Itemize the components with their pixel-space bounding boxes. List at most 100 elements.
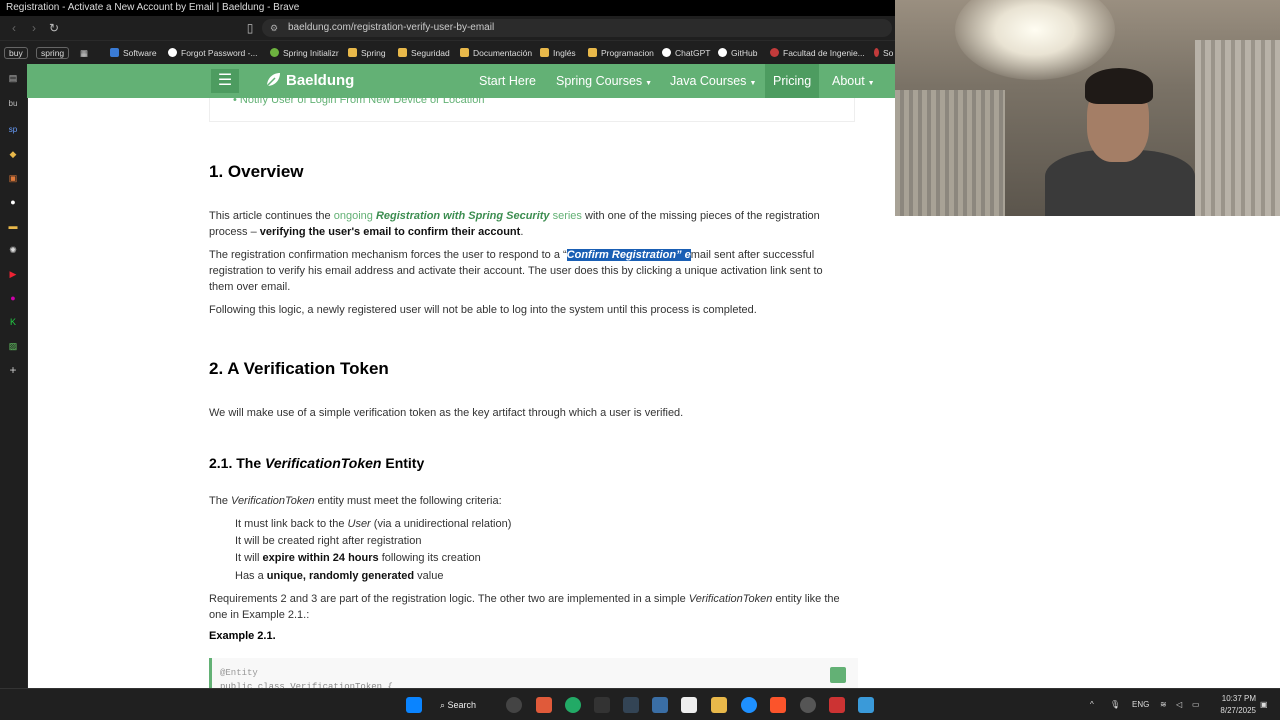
- github-icon: [718, 48, 727, 57]
- bookmark-item[interactable]: So: [874, 46, 893, 60]
- list-item: Has a unique, randomly generated value: [235, 570, 444, 582]
- sidebar-app-icon[interactable]: ▬: [5, 218, 21, 234]
- github-icon[interactable]: ●: [5, 194, 21, 210]
- bookmark-item[interactable]: Forgot Password -...: [168, 46, 258, 60]
- sidebar-app-icon[interactable]: ●: [5, 290, 21, 306]
- paragraph: We will make use of a simple verificatio…: [209, 407, 684, 419]
- taskbar-search[interactable]: ⌕ Search: [440, 695, 490, 715]
- nav-label: Java Courses: [670, 74, 747, 88]
- volume-icon[interactable]: ◁: [1176, 689, 1182, 721]
- app-icon[interactable]: [506, 697, 522, 713]
- site-logo[interactable]: Baeldung: [265, 71, 354, 91]
- sidebar-panel-icon[interactable]: ▤: [5, 70, 21, 86]
- bookmark-item[interactable]: Programacion: [588, 46, 654, 60]
- site-icon: [168, 48, 177, 57]
- chatgpt-icon[interactable]: ✺: [5, 242, 21, 258]
- language-indicator[interactable]: ENG: [1132, 689, 1149, 721]
- add-icon[interactable]: +: [5, 362, 21, 378]
- app-icon[interactable]: [623, 697, 639, 713]
- heading-overview: 1. Overview: [209, 162, 304, 181]
- nav-start-here[interactable]: Start Here: [479, 64, 536, 98]
- bookmark-item[interactable]: Documentación: [460, 46, 532, 60]
- bookmark-icon[interactable]: ▯: [242, 20, 258, 36]
- scrollbar[interactable]: [1268, 216, 1280, 688]
- browser-sidebar: ▤ bu sp ◆ ▣ ● ▬ ✺ ▶ ● K ▨ +: [0, 64, 28, 688]
- paragraph: This article continues the ongoing Regis…: [209, 210, 820, 238]
- folder-icon: [110, 48, 119, 57]
- browser-toolbar: ‹ › ↻ ▯ baeldung.com/registration-verify…: [0, 16, 895, 40]
- search-label: Search: [447, 700, 477, 710]
- bookmark-item[interactable]: GitHub: [718, 46, 757, 60]
- nav-pricing[interactable]: Pricing: [765, 64, 820, 98]
- notification-icon[interactable]: ▣: [1260, 689, 1268, 721]
- nav-java-courses[interactable]: Java Courses ▼: [670, 64, 756, 98]
- brave-icon[interactable]: [770, 697, 786, 713]
- curtain: [895, 90, 1005, 216]
- site-info-icon[interactable]: ⚙: [270, 22, 280, 34]
- folder-icon: [588, 48, 597, 57]
- sidebar-app-icon[interactable]: K: [5, 314, 21, 330]
- youtube-icon[interactable]: ▶: [5, 266, 21, 282]
- link-ongoing[interactable]: ongoing: [334, 210, 373, 222]
- link-series[interactable]: Registration with Spring Security: [376, 210, 550, 222]
- apps-grid-icon[interactable]: ▦: [80, 46, 88, 60]
- bookmark-item[interactable]: Spring Initializr: [270, 46, 339, 60]
- search-icon: ⌕: [440, 700, 448, 710]
- mic-icon[interactable]: 🎙: [1110, 689, 1120, 721]
- heading-entity: 2.1. The VerificationToken Entity: [209, 455, 425, 471]
- article: • Notify User of Login From New Device o…: [27, 94, 895, 692]
- caret-down-icon: ▼: [749, 80, 757, 87]
- bookmark-item[interactable]: Facultad de Ingenie...: [770, 46, 865, 60]
- clock[interactable]: 10:37 PM 8/27/2025: [1210, 693, 1256, 717]
- battery-icon[interactable]: ▭: [1192, 689, 1200, 721]
- paragraph: Following this logic, a newly registered…: [209, 304, 757, 316]
- webcam-video: [895, 0, 1280, 216]
- wifi-icon[interactable]: ≋: [1160, 689, 1167, 721]
- leaf-icon: [266, 73, 280, 87]
- bookmark-item[interactable]: buy: [4, 46, 28, 60]
- app-icon[interactable]: [800, 697, 816, 713]
- sidebar-item-sp[interactable]: sp: [5, 122, 21, 138]
- copy-icon[interactable]: [830, 667, 846, 683]
- sidebar-app-icon[interactable]: ▨: [5, 338, 21, 354]
- person-hair: [1085, 68, 1153, 104]
- time: 10:37 PM: [1221, 694, 1256, 703]
- terminal-icon[interactable]: [594, 697, 610, 713]
- nav-label: Spring Courses: [556, 74, 643, 88]
- nav-spring-courses[interactable]: Spring Courses ▼: [556, 64, 652, 98]
- back-icon[interactable]: ‹: [6, 20, 22, 36]
- chevron-up-icon[interactable]: ^: [1090, 689, 1094, 721]
- reload-icon[interactable]: ↻: [46, 20, 62, 36]
- bookmark-item[interactable]: Spring: [348, 46, 386, 60]
- nav-label: About: [832, 74, 865, 88]
- address-bar[interactable]: baeldung.com/registration-verify-user-by…: [262, 19, 892, 37]
- toc-item[interactable]: • Notify User of Login From New Device o…: [233, 92, 484, 108]
- app-icon[interactable]: [829, 697, 845, 713]
- logo-text: Baeldung: [286, 72, 355, 89]
- sidebar-app-icon[interactable]: ▣: [5, 170, 21, 186]
- code-line: @Entity: [220, 668, 258, 678]
- folder-icon: [540, 48, 549, 57]
- sidebar-app-icon[interactable]: ◆: [5, 146, 21, 162]
- bookmark-item[interactable]: ChatGPT: [662, 46, 710, 60]
- nav-about[interactable]: About ▼: [832, 64, 875, 98]
- menu-icon[interactable]: ☰: [211, 69, 239, 93]
- folder-icon[interactable]: [711, 697, 727, 713]
- edge-icon[interactable]: [741, 697, 757, 713]
- forward-icon[interactable]: ›: [26, 20, 42, 36]
- app-icon[interactable]: [565, 697, 581, 713]
- spring-icon: [270, 48, 279, 57]
- app-icon[interactable]: [858, 697, 874, 713]
- bookmark-item[interactable]: spring: [36, 46, 70, 60]
- bookmark-item[interactable]: Software: [110, 46, 157, 60]
- paragraph: The VerificationToken entity must meet t…: [209, 495, 502, 507]
- bookmark-item[interactable]: Seguridad: [398, 46, 450, 60]
- paragraph: Requirements 2 and 3 are part of the reg…: [209, 593, 840, 621]
- bookmark-item[interactable]: Inglés: [540, 46, 576, 60]
- windows-start-icon[interactable]: [406, 697, 422, 713]
- list-item: It must link back to the User (via a uni…: [235, 518, 512, 530]
- sidebar-item-bu[interactable]: bu: [5, 96, 21, 112]
- app-icon[interactable]: [536, 697, 552, 713]
- app-icon[interactable]: [681, 697, 697, 713]
- app-icon[interactable]: [652, 697, 668, 713]
